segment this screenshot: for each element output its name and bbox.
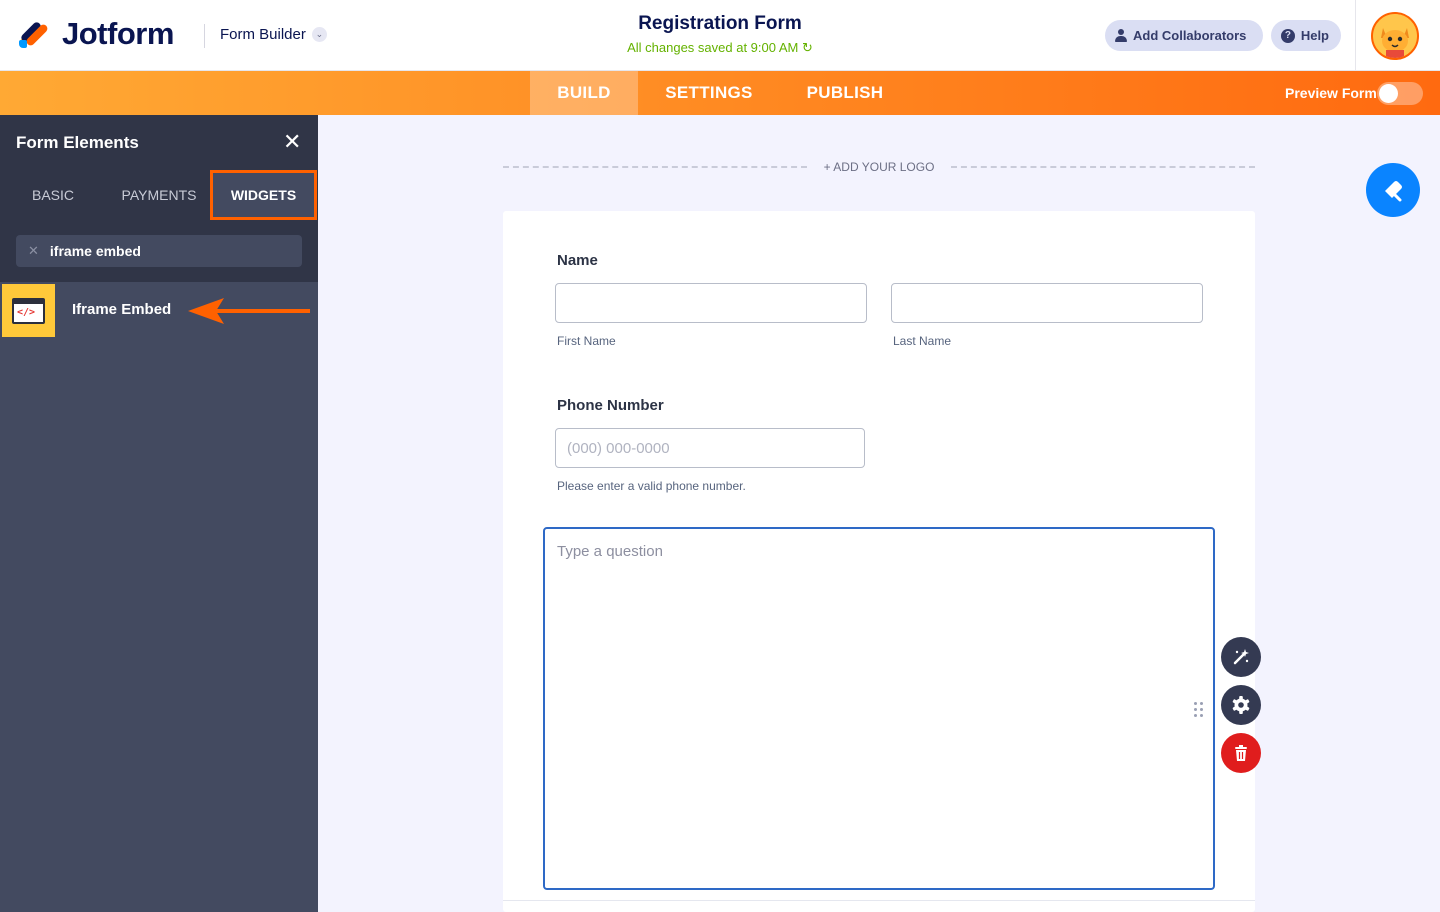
question-placeholder: Type a question — [557, 543, 663, 560]
phone-placeholder: (000) 000-0000 — [567, 440, 670, 457]
widget-search-input[interactable]: ✕ iframe embed — [16, 235, 302, 267]
help-button[interactable]: ? Help — [1271, 20, 1341, 51]
add-logo-link[interactable]: + ADD YOUR LOGO — [810, 160, 948, 174]
last-name-input[interactable] — [891, 283, 1203, 323]
header-separator — [1355, 0, 1356, 71]
form-elements-sidebar: Form Elements ✕ BASIC PAYMENTS WIDGETS ✕… — [0, 115, 318, 912]
brand-name: Jotform — [62, 16, 174, 51]
jotform-logo[interactable]: Jotform — [17, 16, 174, 52]
phone-input[interactable]: (000) 000-0000 — [555, 428, 865, 468]
save-status-text: All changes saved at 9:00 AM — [627, 40, 799, 55]
logo-divider-left — [503, 166, 807, 168]
close-icon[interactable]: ✕ — [283, 131, 301, 153]
header-divider — [204, 24, 205, 48]
cat-avatar-icon — [1373, 14, 1417, 58]
add-collaborators-button[interactable]: Add Collaborators — [1105, 20, 1263, 51]
tab-publish[interactable]: PUBLISH — [794, 71, 896, 115]
paint-roller-icon — [1385, 181, 1402, 202]
form-title[interactable]: Registration Form — [560, 13, 880, 35]
help-label: Help — [1300, 28, 1329, 43]
form-title-area: Registration Form All changes saved at 9… — [560, 13, 880, 56]
form-builder-label: Form Builder — [220, 26, 306, 43]
widget-iframe-embed[interactable]: </> Iframe Embed — [0, 282, 318, 339]
form-bottom-divider — [503, 900, 1255, 901]
magic-wand-button[interactable] — [1221, 637, 1261, 677]
refresh-icon: ↻ — [802, 40, 813, 55]
sidebar-tabs: BASIC PAYMENTS WIDGETS — [0, 170, 318, 220]
add-collaborators-label: Add Collaborators — [1133, 28, 1247, 43]
question-icon: ? — [1281, 28, 1295, 43]
code-window-icon: </> — [2, 284, 55, 337]
gear-icon — [1232, 696, 1250, 714]
trash-icon — [1235, 745, 1247, 761]
magic-wand-icon — [1233, 649, 1249, 665]
person-icon — [1115, 29, 1127, 42]
sidebar-title: Form Elements — [16, 133, 139, 152]
tab-build[interactable]: BUILD — [530, 71, 638, 115]
widget-label: Iframe Embed — [72, 301, 172, 318]
last-name-sublabel: Last Name — [893, 334, 952, 348]
question-field[interactable]: Type a question — [543, 527, 1215, 890]
jotform-logo-icon — [17, 18, 50, 50]
logo-divider-right — [951, 166, 1255, 168]
arrow-left-icon — [188, 298, 310, 324]
toggle-knob — [1379, 84, 1398, 103]
first-name-input[interactable] — [555, 283, 867, 323]
drag-handle-icon[interactable] — [1194, 702, 1204, 718]
preview-form-toggle[interactable] — [1377, 82, 1423, 105]
delete-button[interactable] — [1221, 733, 1261, 773]
save-status: All changes saved at 9:00 AM ↻ — [560, 40, 880, 56]
tab-basic[interactable]: BASIC — [0, 170, 106, 220]
form-builder-dropdown[interactable]: Form Builder ⌄ — [220, 26, 327, 43]
form-designer-button[interactable] — [1366, 163, 1420, 217]
avatar[interactable] — [1371, 12, 1419, 60]
phone-label: Phone Number — [557, 397, 664, 414]
first-name-sublabel: First Name — [557, 334, 616, 348]
top-header: Jotform Form Builder ⌄ Registration Form… — [0, 0, 1440, 71]
name-label: Name — [557, 252, 598, 269]
tab-settings[interactable]: SETTINGS — [652, 71, 766, 115]
tab-payments[interactable]: PAYMENTS — [106, 170, 212, 220]
sidebar-search-area: ✕ iframe embed — [0, 220, 318, 282]
tab-widgets[interactable]: WIDGETS — [210, 170, 317, 220]
sidebar-header: Form Elements ✕ — [0, 115, 318, 170]
settings-button[interactable] — [1221, 685, 1261, 725]
builder-nav-bar: BUILD SETTINGS PUBLISH Preview Form — [0, 71, 1440, 115]
preview-form-label: Preview Form — [1285, 85, 1377, 101]
clear-search-icon[interactable]: ✕ — [28, 243, 39, 259]
chevron-down-icon: ⌄ — [311, 27, 327, 42]
search-value: iframe embed — [49, 243, 141, 259]
phone-hint: Please enter a valid phone number. — [557, 479, 746, 493]
